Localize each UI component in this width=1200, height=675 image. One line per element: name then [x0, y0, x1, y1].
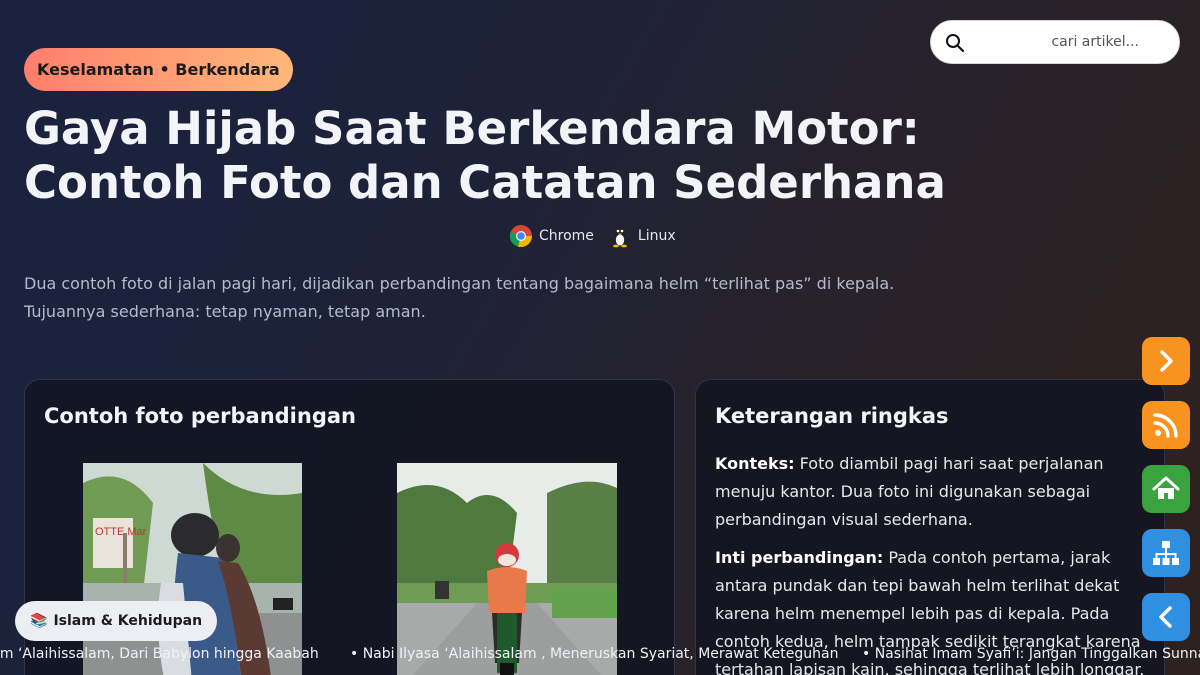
konteks-label: Konteks:	[715, 454, 795, 473]
sitemap-icon	[1153, 541, 1179, 565]
rss-button[interactable]	[1142, 401, 1190, 449]
info-card: Keterangan ringkas Konteks: Foto diambil…	[695, 379, 1165, 675]
lead-line-1: Dua contoh foto di jalan pagi hari, dija…	[24, 274, 895, 293]
badge-chrome-label: Chrome	[539, 228, 594, 244]
title-line-2: Contoh Foto dan Catatan Sederhana	[24, 156, 946, 209]
ticker-item[interactable]: • Nabi Ilyasa ‘Alaihissalam , Meneruskan…	[350, 640, 838, 668]
ticker-item[interactable]: • Nasihat Imam Syafi’i: Jangan Tinggalka…	[862, 640, 1200, 668]
chrome-icon	[509, 225, 532, 248]
konteks-paragraph: Konteks: Foto diambil pagi hari saat per…	[715, 450, 1160, 534]
platform-badges: Chrome Linux	[509, 224, 676, 248]
photos-card-title: Contoh foto perbandingan	[44, 404, 356, 428]
sitemap-button[interactable]	[1142, 529, 1190, 577]
lead-line-2: Tujuannya sederhana: tetap nyaman, tetap…	[24, 302, 426, 321]
badge-chrome: Chrome	[509, 224, 594, 248]
search-icon	[946, 34, 965, 53]
next-button[interactable]	[1142, 337, 1190, 385]
home-button[interactable]	[1142, 465, 1190, 513]
badge-linux-label: Linux	[637, 228, 676, 244]
badge-linux: Linux	[608, 224, 676, 248]
chevron-left-icon	[1159, 606, 1172, 628]
back-button[interactable]	[1142, 593, 1190, 641]
category-chip[interactable]: 📚 Islam & Kehidupan	[15, 601, 218, 641]
info-card-title: Keterangan ringkas	[715, 404, 949, 428]
page-title: Gaya Hijab Saat Berkendara Motor: Contoh…	[24, 102, 1124, 210]
home-icon	[1152, 476, 1180, 499]
svg-text:OTTE Mar: OTTE Mar	[95, 526, 147, 538]
ticker-item[interactable]: im ‘Alaihissalam, Dari Babylon hingga Ka…	[0, 640, 319, 668]
category-chip-label: Islam & Kehidupan	[53, 613, 203, 629]
news-ticker: im ‘Alaihissalam, Dari Babylon hingga Ka…	[0, 640, 1200, 668]
books-icon: 📚	[30, 613, 48, 629]
lead-paragraph: Dua contoh foto di jalan pagi hari, dija…	[24, 270, 924, 326]
rss-icon	[1153, 413, 1178, 438]
inti-label: Inti perbandingan:	[715, 548, 884, 567]
title-line-1: Gaya Hijab Saat Berkendara Motor:	[24, 102, 920, 155]
category-pill[interactable]: Keselamatan • Berkendara	[24, 48, 293, 91]
linux-tux-icon	[612, 229, 627, 248]
search-input[interactable]	[931, 21, 1179, 63]
chevron-right-icon	[1160, 350, 1173, 372]
search-box[interactable]	[930, 20, 1180, 64]
